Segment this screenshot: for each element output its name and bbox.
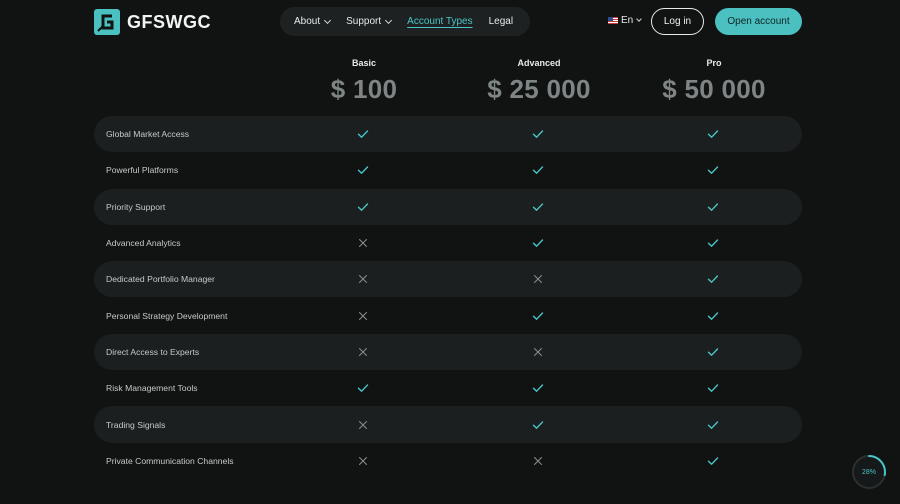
- plan-price: $ 100: [330, 74, 398, 104]
- check-icon: [703, 297, 723, 333]
- check-icon: [703, 334, 723, 370]
- brand-logo[interactable]: GFSWGC: [94, 9, 211, 35]
- progress-label: 28%: [861, 468, 876, 476]
- plan-price: $ 25 000: [487, 74, 591, 104]
- plan-basic: Basic $ 100: [279, 56, 449, 105]
- feature-label: Risk Management Tools: [106, 383, 198, 394]
- logo-mark-icon: [94, 9, 120, 35]
- main-nav: About Support Account Types Legal: [280, 7, 530, 36]
- nav-item-support[interactable]: Support: [346, 16, 393, 27]
- cross-icon: [353, 443, 373, 479]
- plan-name: Pro: [706, 58, 722, 68]
- check-icon: [528, 370, 548, 406]
- language-selector[interactable]: En: [608, 15, 643, 26]
- language-label: En: [621, 15, 634, 26]
- check-icon: [528, 116, 548, 152]
- check-icon: [703, 406, 723, 442]
- plan-name: Advanced: [517, 58, 561, 68]
- feature-label: Priority Support: [106, 201, 166, 212]
- nav-item-label: About: [294, 16, 321, 27]
- check-icon: [528, 189, 548, 225]
- cross-icon: [528, 443, 548, 479]
- check-icon: [703, 152, 723, 188]
- check-icon: [703, 225, 723, 261]
- feature-label: Direct Access to Experts: [106, 346, 200, 357]
- check-icon: [703, 370, 723, 406]
- check-icon: [703, 116, 723, 152]
- table-row: Advanced Analytics: [94, 225, 802, 261]
- check-icon: [353, 370, 373, 406]
- check-icon: [353, 152, 373, 188]
- plan-price: $ 50 000: [662, 74, 766, 104]
- feature-label: Private Communication Channels: [106, 455, 234, 466]
- cross-icon: [528, 334, 548, 370]
- open-account-button[interactable]: Open account: [715, 8, 802, 35]
- plan-pro: Pro $ 50 000: [629, 56, 799, 105]
- cross-icon: [353, 225, 373, 261]
- cross-icon: [353, 297, 373, 333]
- brand-name: GFSWGC: [127, 11, 211, 32]
- cross-icon: [528, 261, 548, 297]
- table-row: Private Communication Channels: [94, 443, 802, 479]
- table-row: Trading Signals: [94, 406, 802, 443]
- check-icon: [528, 297, 548, 333]
- check-icon: [528, 225, 548, 261]
- check-icon: [528, 406, 548, 442]
- nav-item-account-types[interactable]: Account Types: [407, 16, 472, 27]
- cross-icon: [353, 334, 373, 370]
- check-icon: [703, 189, 723, 225]
- nav-item-legal[interactable]: Legal: [489, 16, 513, 27]
- table-row: Dedicated Portfolio Manager: [94, 261, 802, 298]
- nav-item-label: Account Types: [407, 16, 473, 27]
- table-row: Powerful Platforms: [94, 152, 802, 188]
- scroll-progress-button[interactable]: 28%: [851, 454, 887, 490]
- plan-advanced: Advanced $ 25 000: [454, 56, 624, 105]
- feature-label: Personal Strategy Development: [106, 310, 228, 321]
- cross-icon: [353, 261, 373, 297]
- nav-item-label: Legal: [488, 16, 514, 27]
- feature-label: Powerful Platforms: [106, 165, 179, 176]
- table-row: Direct Access to Experts: [94, 333, 802, 371]
- chevron-down-icon: [385, 16, 393, 24]
- table-row: Risk Management Tools: [94, 370, 802, 406]
- check-icon: [703, 261, 723, 297]
- check-icon: [353, 189, 373, 225]
- feature-label: Global Market Access: [106, 129, 190, 140]
- check-icon: [528, 152, 548, 188]
- table-row: Global Market Access: [94, 116, 802, 153]
- top-bar: GFSWGC About Support Account Types Legal En…: [0, 0, 900, 44]
- table-row: Personal Strategy Development: [94, 297, 802, 333]
- feature-comparison-table: Global Market Access Powerful Platforms Pr…: [94, 116, 802, 479]
- feature-label: Trading Signals: [106, 419, 166, 430]
- feature-label: Advanced Analytics: [106, 238, 181, 249]
- login-button[interactable]: Log in: [651, 8, 704, 35]
- plan-name: Basic: [351, 58, 377, 68]
- check-icon: [353, 116, 373, 152]
- cross-icon: [353, 406, 373, 442]
- feature-label: Dedicated Portfolio Manager: [106, 274, 215, 285]
- check-icon: [703, 443, 723, 479]
- nav-item-label: Support: [346, 16, 382, 27]
- nav-item-about[interactable]: About: [294, 16, 332, 27]
- table-row: Priority Support: [94, 188, 802, 225]
- chevron-down-icon: [636, 16, 643, 22]
- us-flag-icon: [608, 17, 618, 24]
- chevron-down-icon: [324, 16, 332, 24]
